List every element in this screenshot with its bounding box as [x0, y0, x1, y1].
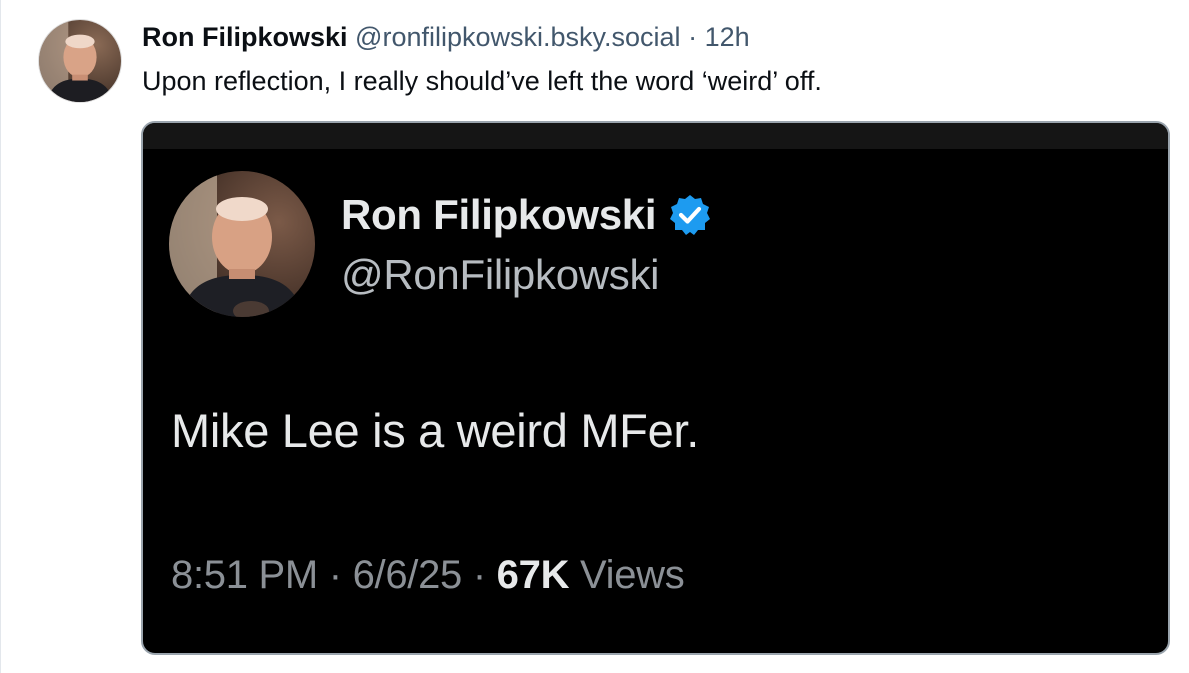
embed-author-handle: @RonFilipkowski — [341, 251, 660, 298]
embed-separator: · — [328, 553, 342, 597]
verified-badge-icon — [670, 195, 711, 235]
post-time[interactable]: 12h — [705, 22, 750, 52]
embed-top-bar — [143, 123, 1168, 149]
embed-author-name: Ron Filipkowski — [341, 191, 657, 238]
post-header: Ron Filipkowski @ronfilipkowski.bsky.soc… — [142, 20, 750, 54]
meta-separator: · — [688, 22, 698, 52]
embed-views-count: 67K — [496, 553, 570, 597]
embed-time: 8:51 PM — [171, 553, 318, 597]
avatar-photo — [39, 20, 121, 102]
embed-tweet-text: Mike Lee is a weird MFer. — [171, 404, 699, 457]
embed-author-avatar — [169, 171, 315, 317]
author-name[interactable]: Ron Filipkowski — [142, 22, 348, 52]
embed-meta: 8:51 PM · 6/6/25 · 67K Views — [171, 553, 685, 598]
post: Ron Filipkowski @ronfilipkowski.bsky.soc… — [0, 0, 1189, 673]
embedded-image[interactable]: Ron Filipkowski @RonFilipkowski Mike Lee… — [141, 121, 1170, 655]
left-divider — [0, 0, 1, 673]
author-avatar[interactable] — [38, 19, 122, 103]
post-text: Upon reflection, I really should’ve left… — [142, 66, 822, 96]
embed-avatar-photo — [169, 171, 315, 317]
embed-name-row: Ron Filipkowski — [341, 189, 712, 241]
embed-views-label: Views — [579, 553, 685, 597]
embed-separator: · — [472, 553, 486, 597]
embed-date: 6/6/25 — [352, 553, 463, 597]
author-handle[interactable]: @ronfilipkowski.bsky.social — [355, 22, 681, 52]
